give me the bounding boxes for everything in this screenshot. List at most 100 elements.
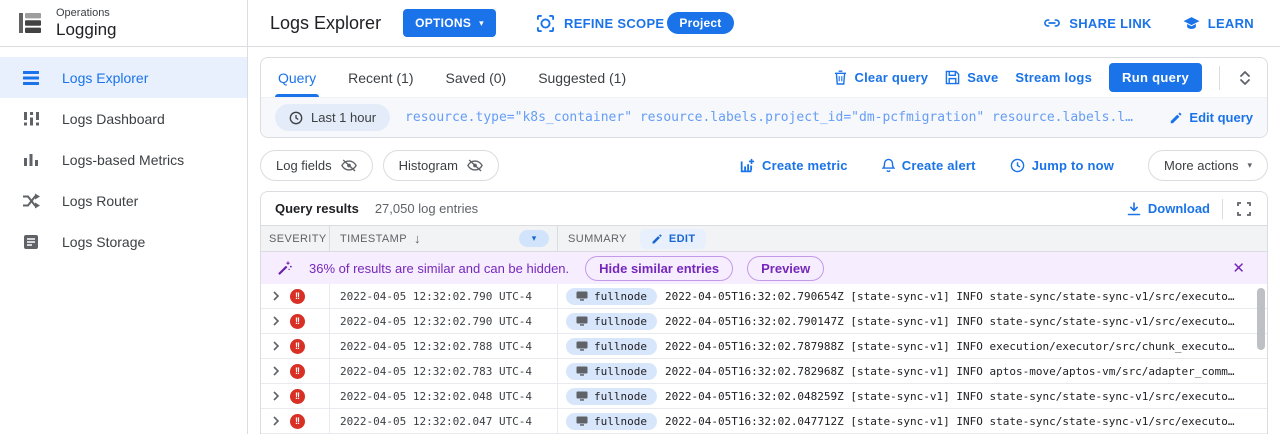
- log-row-severity-cell: [261, 334, 329, 358]
- log-row[interactable]: 2022-04-05 12:32:02.790 UTC-4 fullnode 2…: [261, 284, 1267, 309]
- download-button[interactable]: Download: [1127, 201, 1210, 216]
- scope-project-pill[interactable]: Project: [667, 12, 733, 34]
- similarity-message: 36% of results are similar and can be hi…: [309, 261, 569, 276]
- eye-off-icon: [467, 159, 483, 172]
- similar-entries-banner: 36% of results are similar and can be hi…: [261, 252, 1267, 284]
- log-row[interactable]: 2022-04-05 12:32:02.048 UTC-4 fullnode 2…: [261, 384, 1267, 409]
- container-monitor-icon: [576, 291, 588, 301]
- time-range-label: Last 1 hour: [311, 110, 376, 125]
- container-chip[interactable]: fullnode: [566, 288, 657, 305]
- edit-summary-button[interactable]: EDIT: [640, 229, 707, 249]
- download-label: Download: [1148, 201, 1210, 216]
- sidebar-item-label: Logs Router: [62, 193, 138, 209]
- container-chip[interactable]: fullnode: [566, 363, 657, 380]
- log-row[interactable]: 2022-04-05 12:32:02.790 UTC-4 fullnode 2…: [261, 309, 1267, 334]
- log-row-summary: 2022-04-05T16:32:02.790654Z [state-sync-…: [665, 290, 1235, 303]
- histogram-toggle[interactable]: Histogram: [383, 150, 499, 181]
- log-row-summary-cell: fullnode 2022-04-05T16:32:02.787988Z [st…: [557, 334, 1267, 358]
- log-row-timestamp: 2022-04-05 12:32:02.790 UTC-4: [329, 309, 557, 333]
- divider: [1222, 199, 1223, 219]
- close-banner-button[interactable]: ✕: [1226, 259, 1251, 277]
- error-severity-icon: [290, 339, 305, 354]
- product-name: Logging: [56, 20, 117, 40]
- edit-query-button[interactable]: Edit query: [1169, 110, 1253, 125]
- log-fields-label: Log fields: [276, 158, 332, 173]
- log-row[interactable]: 2022-04-05 12:32:02.788 UTC-4 fullnode 2…: [261, 334, 1267, 359]
- error-severity-icon: [290, 389, 305, 404]
- tab-saved[interactable]: Saved (0): [442, 58, 509, 97]
- fullscreen-button[interactable]: [1235, 200, 1253, 218]
- expand-chevron-icon[interactable]: [271, 366, 281, 376]
- graduation-cap-icon: [1182, 14, 1201, 33]
- tab-query[interactable]: Query: [275, 58, 319, 97]
- sidebar-item-logs-dashboard[interactable]: Logs Dashboard: [0, 98, 247, 139]
- expand-chevron-icon[interactable]: [271, 291, 281, 301]
- learn-button[interactable]: LEARN: [1182, 14, 1254, 33]
- expand-chevron-icon[interactable]: [271, 391, 281, 401]
- log-row-timestamp: 2022-04-05 12:32:02.788 UTC-4: [329, 334, 557, 358]
- more-actions-label: More actions: [1164, 158, 1238, 173]
- log-row-summary: 2022-04-05T16:32:02.047712Z [state-sync-…: [665, 415, 1235, 428]
- log-row-summary: 2022-04-05T16:32:02.790147Z [state-sync-…: [665, 315, 1235, 328]
- sidebar-item-logs-explorer[interactable]: Logs Explorer: [0, 57, 247, 98]
- container-monitor-icon: [576, 416, 588, 426]
- magic-wand-icon: [277, 260, 293, 276]
- logging-logo-icon: [18, 10, 44, 36]
- collapse-query-button[interactable]: [1237, 68, 1253, 88]
- column-severity[interactable]: SEVERITY: [261, 226, 329, 251]
- clear-query-label: Clear query: [854, 70, 928, 85]
- share-link-button[interactable]: SHARE LINK: [1042, 13, 1151, 33]
- log-row[interactable]: 2022-04-05 12:32:02.047 UTC-4 fullnode 2…: [261, 409, 1267, 434]
- column-timestamp[interactable]: TIMESTAMP ↓ ▾: [329, 226, 557, 251]
- container-chip[interactable]: fullnode: [566, 338, 657, 355]
- preview-button[interactable]: Preview: [747, 256, 824, 281]
- container-chip[interactable]: fullnode: [566, 413, 657, 430]
- sidebar-item-label: Logs Explorer: [62, 70, 148, 86]
- vertical-scrollbar[interactable]: [1257, 288, 1265, 350]
- stream-logs-button[interactable]: Stream logs: [1015, 70, 1092, 85]
- time-range-picker[interactable]: Last 1 hour: [275, 104, 390, 131]
- sidebar-nav: Logs Explorer Logs Dashboard Logs-based …: [0, 47, 247, 262]
- close-icon: ✕: [1232, 260, 1245, 277]
- run-query-button[interactable]: Run query: [1109, 63, 1202, 92]
- container-chip[interactable]: fullnode: [566, 388, 657, 405]
- sidebar-item-logs-router[interactable]: Logs Router: [0, 180, 247, 221]
- logs-explorer-icon: [22, 69, 40, 87]
- create-alert-button[interactable]: Create alert: [882, 158, 976, 173]
- refine-scope-icon: [536, 14, 555, 33]
- log-row-summary-cell: fullnode 2022-04-05T16:32:02.790147Z [st…: [557, 309, 1267, 333]
- save-button[interactable]: Save: [945, 70, 998, 85]
- more-actions-button[interactable]: More actions ▾: [1148, 150, 1268, 181]
- timestamp-options-dropdown[interactable]: ▾: [519, 230, 549, 247]
- results-title: Query results: [275, 201, 359, 216]
- fullscreen-icon: [1237, 202, 1251, 216]
- hide-similar-entries-button[interactable]: Hide similar entries: [585, 256, 733, 281]
- jump-to-now-button[interactable]: Jump to now: [1010, 158, 1114, 173]
- sort-descending-icon[interactable]: ↓: [414, 231, 421, 246]
- sidebar-item-logs-storage[interactable]: Logs Storage: [0, 221, 247, 262]
- expand-chevron-icon[interactable]: [271, 416, 281, 426]
- expand-chevron-icon[interactable]: [271, 341, 281, 351]
- container-chip[interactable]: fullnode: [566, 313, 657, 330]
- tab-suggested[interactable]: Suggested (1): [535, 58, 629, 97]
- log-row-severity-cell: [261, 284, 329, 308]
- topbar: Logs Explorer OPTIONS ▾ REFINE SCOPE Pro…: [248, 0, 1280, 47]
- download-icon: [1127, 202, 1141, 216]
- tab-recent[interactable]: Recent (1): [345, 58, 416, 97]
- sidebar-item-label: Logs Dashboard: [62, 111, 165, 127]
- options-button[interactable]: OPTIONS ▾: [403, 9, 496, 37]
- query-string[interactable]: resource.type="k8s_container" resource.l…: [405, 110, 1154, 125]
- expand-chevron-icon[interactable]: [271, 316, 281, 326]
- refine-scope-button[interactable]: REFINE SCOPE: [536, 14, 664, 33]
- container-monitor-icon: [576, 366, 588, 376]
- query-actions: Clear query Save Stream logs Run query: [834, 63, 1253, 92]
- log-row[interactable]: 2022-04-05 12:32:02.783 UTC-4 fullnode 2…: [261, 359, 1267, 384]
- create-metric-button[interactable]: Create metric: [739, 158, 848, 174]
- sidebar-item-logs-based-metrics[interactable]: Logs-based Metrics: [0, 139, 247, 180]
- logs-storage-icon: [22, 233, 40, 251]
- log-row-summary: 2022-04-05T16:32:02.048259Z [state-sync-…: [665, 390, 1235, 403]
- chevron-down-icon: ▾: [1247, 160, 1252, 171]
- clear-query-button[interactable]: Clear query: [834, 70, 928, 85]
- log-row-severity-cell: [261, 409, 329, 433]
- log-fields-toggle[interactable]: Log fields: [260, 150, 373, 181]
